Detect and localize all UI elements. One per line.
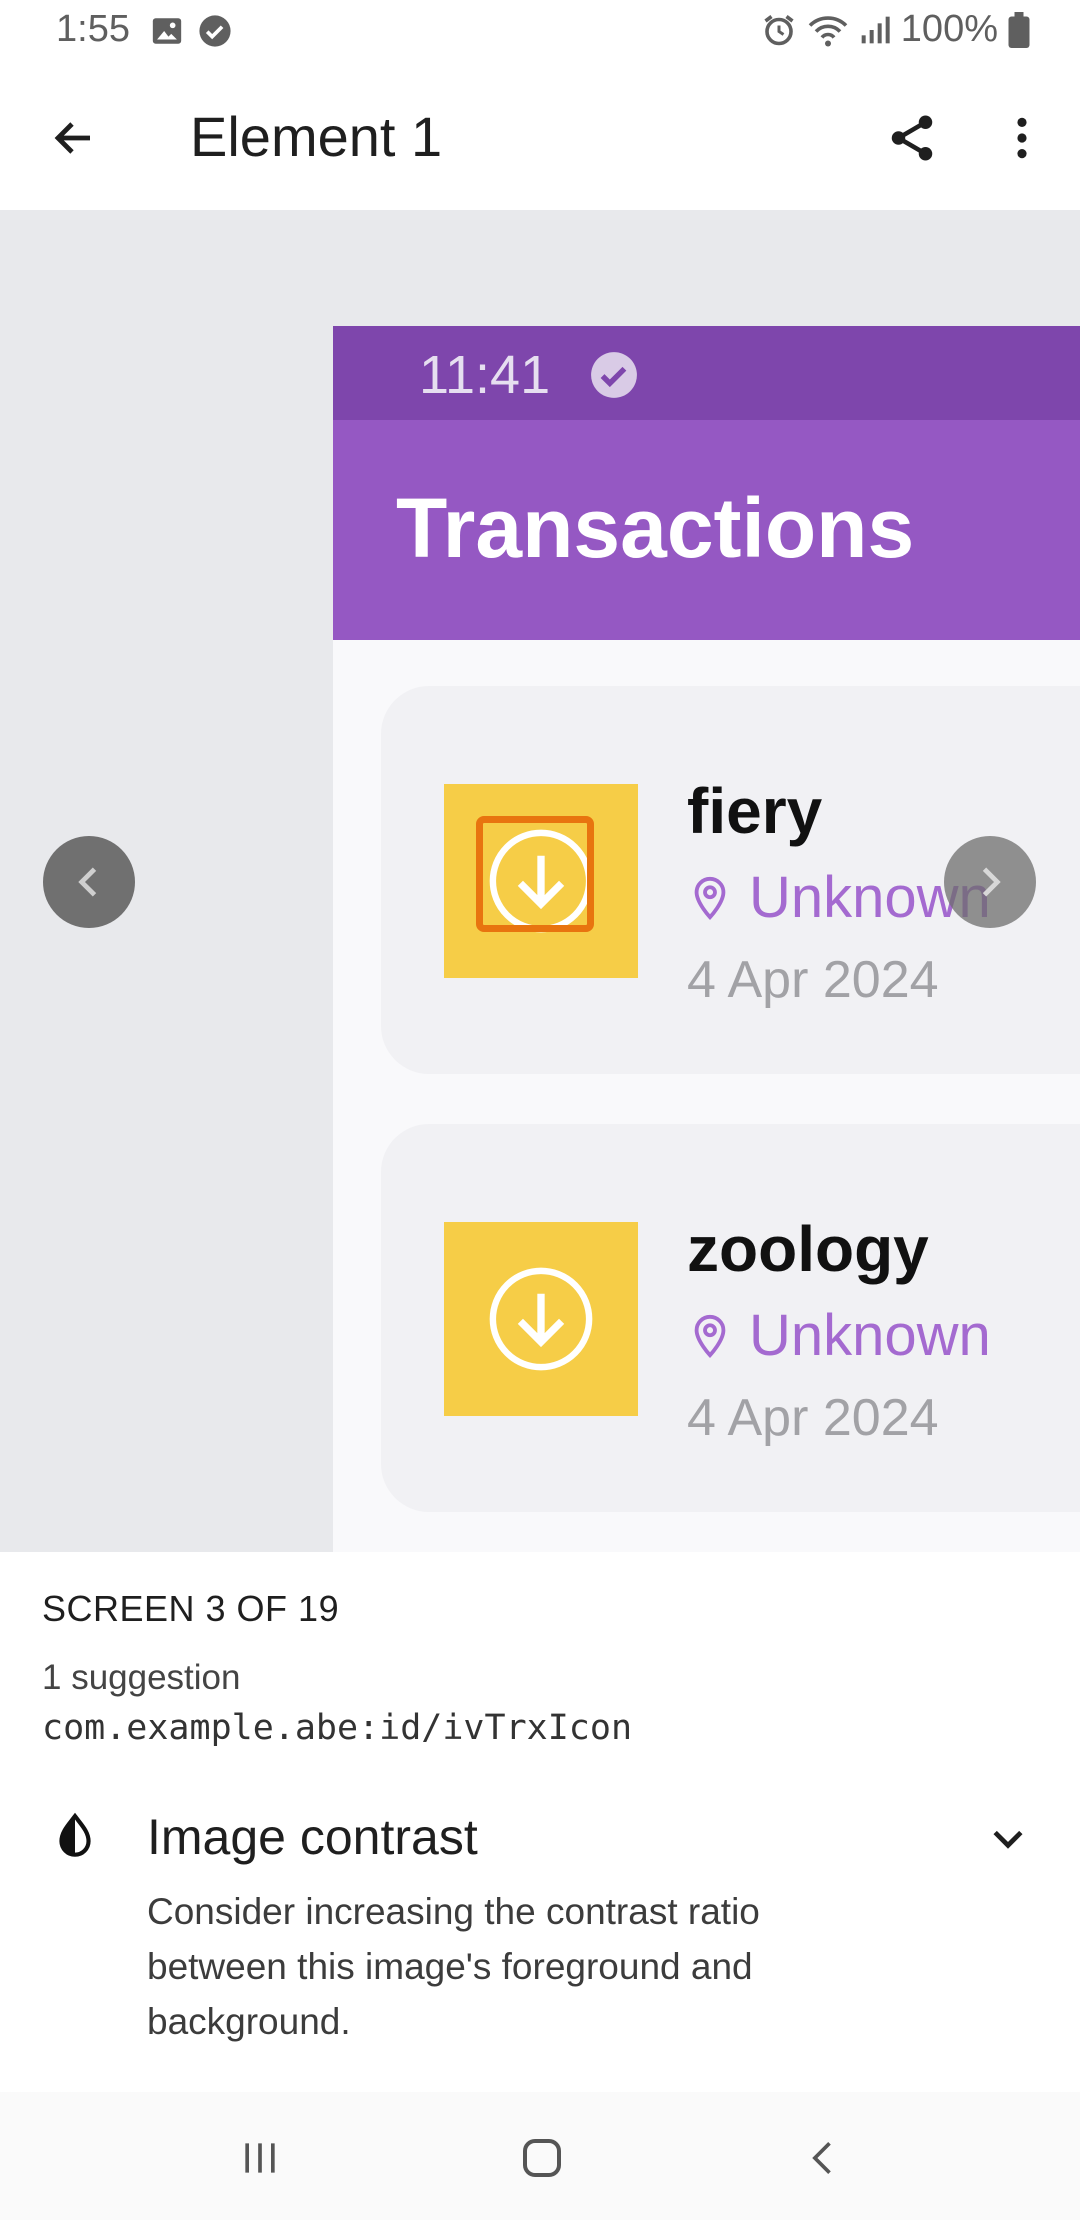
chevron-right-icon bbox=[982, 867, 1001, 897]
screen-counter: SCREEN 3 OF 19 bbox=[42, 1588, 340, 1629]
battery-icon bbox=[1008, 11, 1030, 48]
preview-toolbar: Transactions bbox=[333, 420, 1080, 640]
issue-title[interactable]: Image contrast bbox=[147, 1808, 478, 1866]
status-bar: 1:55 100% bbox=[0, 0, 1080, 66]
home-icon bbox=[523, 2139, 561, 2177]
transaction-name: zoology bbox=[687, 1213, 929, 1285]
preview-status-bar: 11:41 bbox=[333, 326, 1080, 420]
preview-time: 11:41 bbox=[419, 345, 551, 405]
app-bar: Element 1 bbox=[0, 66, 1080, 210]
page-title: Element 1 bbox=[190, 105, 443, 168]
back-button[interactable] bbox=[40, 104, 108, 172]
signal-icon bbox=[861, 16, 890, 43]
transaction-date: 4 Apr 2024 bbox=[687, 1389, 939, 1447]
share-button[interactable] bbox=[876, 102, 948, 174]
screenshot-preview: 11:41 Transactions fiery Unknown 4 Apr 2… bbox=[0, 210, 1080, 1552]
preview-screen-title: Transactions bbox=[396, 481, 915, 575]
system-back-button[interactable] bbox=[784, 2126, 864, 2190]
next-element-button[interactable] bbox=[944, 836, 1036, 928]
transaction-card: zoology Unknown 4 Apr 2024 bbox=[381, 1124, 1080, 1512]
resource-id: com.example.abe:id/ivTrxIcon bbox=[42, 1708, 633, 1748]
alarm-icon bbox=[764, 14, 794, 45]
suggestion-count: 1 suggestion bbox=[42, 1658, 241, 1697]
chevron-down-icon bbox=[993, 1830, 1023, 1849]
status-right: 100% bbox=[761, 8, 1030, 51]
location-pin-icon bbox=[694, 876, 726, 920]
check-circle-icon bbox=[199, 15, 231, 47]
chevron-left-icon bbox=[812, 2142, 831, 2174]
status-left-icons bbox=[150, 14, 232, 48]
app-screenshot: 11:41 Transactions fiery Unknown 4 Apr 2… bbox=[333, 326, 1080, 1552]
transaction-location: Unknown bbox=[687, 1302, 991, 1369]
recents-button[interactable] bbox=[220, 2126, 300, 2190]
download-circle-icon bbox=[489, 1267, 593, 1371]
status-time: 1:55 bbox=[56, 8, 130, 50]
transaction-location-text: Unknown bbox=[749, 1303, 991, 1368]
check-circle-icon bbox=[591, 352, 637, 398]
home-button[interactable] bbox=[502, 2126, 582, 2190]
issue-description: Consider increasing the contrast ratio b… bbox=[147, 1891, 760, 2042]
transaction-date: 4 Apr 2024 bbox=[687, 951, 939, 1009]
system-navigation-bar bbox=[0, 2092, 1080, 2220]
contrast-icon bbox=[59, 1812, 91, 1857]
recents-icon bbox=[245, 2143, 275, 2173]
image-icon bbox=[152, 18, 182, 44]
previous-element-button[interactable] bbox=[43, 836, 135, 928]
share-icon bbox=[891, 115, 933, 161]
wifi-icon bbox=[808, 15, 848, 46]
location-pin-icon bbox=[694, 1314, 726, 1358]
chevron-left-icon bbox=[78, 867, 97, 897]
details-sheet: SCREEN 3 OF 19 1 suggestion com.example.… bbox=[0, 1552, 1080, 2092]
more-vert-icon bbox=[1017, 117, 1027, 159]
expand-issue-button[interactable] bbox=[980, 1810, 1036, 1866]
element-highlight bbox=[476, 816, 594, 932]
arrow-left-icon bbox=[54, 122, 90, 154]
transaction-name: fiery bbox=[687, 775, 823, 847]
battery-percent: 100% bbox=[900, 8, 998, 50]
more-options-button[interactable] bbox=[986, 102, 1058, 174]
transaction-icon bbox=[444, 1222, 638, 1416]
